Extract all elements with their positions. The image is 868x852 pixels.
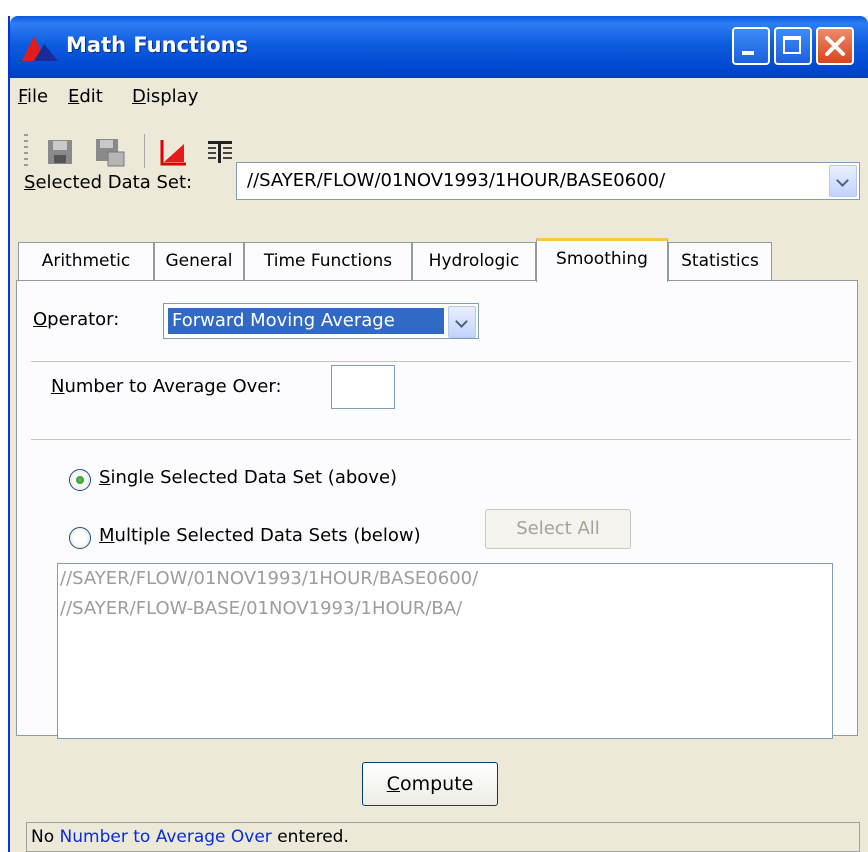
list-item[interactable]: //SAYER/FLOW-BASE/01NOV1993/1HOUR/BA/ [58, 594, 832, 624]
plot-icon[interactable] [158, 136, 190, 168]
maximize-icon [783, 36, 801, 54]
number-to-average-label: Number to Average Over: [51, 376, 282, 397]
operator-label: Operator: [33, 309, 120, 330]
tab-smoothing[interactable]: Smoothing [536, 238, 668, 282]
smoothing-panel: Operator: Forward Moving Average Number … [16, 280, 858, 739]
menu-bar: File Edit Display [10, 78, 868, 118]
operator-dropdown-button[interactable] [448, 306, 476, 338]
close-button[interactable] [816, 27, 854, 65]
selected-data-set-combo[interactable]: //SAYER/FLOW/01NOV1993/1HOUR/BASE0600/ [236, 162, 860, 200]
app-logo-icon [22, 36, 58, 61]
save-as-icon[interactable] [94, 136, 126, 168]
math-functions-window: Math Functions File Edit Display Selecte… [8, 16, 868, 852]
dropdown-button[interactable] [829, 165, 857, 197]
tab-general[interactable]: General [154, 242, 244, 280]
status-highlight: Number to Average Over [59, 827, 272, 847]
radio-single-label[interactable]: Single Selected Data Set (above) [99, 467, 397, 488]
datasets-list[interactable]: //SAYER/FLOW/01NOV1993/1HOUR/BASE0600/ /… [57, 563, 833, 739]
list-item[interactable]: //SAYER/FLOW/01NOV1993/1HOUR/BASE0600/ [58, 564, 832, 594]
radio-multiple-datasets[interactable] [69, 527, 91, 549]
menu-edit[interactable]: Edit [68, 86, 103, 107]
selected-data-set-value: //SAYER/FLOW/01NOV1993/1HOUR/BASE0600/ [247, 170, 666, 191]
tab-statistics[interactable]: Statistics [668, 242, 772, 280]
menu-display[interactable]: Display [132, 86, 198, 107]
radio-checked-dot [76, 476, 84, 484]
chevron-down-icon [455, 315, 468, 328]
menu-file[interactable]: File [18, 86, 48, 107]
number-to-average-input[interactable] [331, 365, 395, 409]
tab-time-functions[interactable]: Time Functions [244, 242, 412, 280]
save-icon[interactable] [44, 136, 76, 168]
compute-button[interactable]: Compute [362, 762, 498, 806]
minimize-icon [742, 51, 754, 55]
operator-value: Forward Moving Average [168, 308, 444, 334]
toolbar-grip[interactable] [24, 134, 28, 170]
tab-arithmetic[interactable]: Arithmetic [18, 242, 154, 280]
maximize-button[interactable] [774, 27, 812, 65]
tab-hydrologic[interactable]: Hydrologic [412, 242, 536, 280]
minimize-button[interactable] [732, 27, 770, 65]
divider [31, 439, 851, 440]
operator-combo[interactable]: Forward Moving Average [163, 303, 479, 339]
window-title: Math Functions [66, 33, 249, 57]
select-all-button[interactable]: Select All [485, 509, 631, 549]
radio-multiple-label[interactable]: Multiple Selected Data Sets (below) [99, 525, 421, 546]
toolbar-separator [144, 134, 145, 168]
title-bar[interactable]: Math Functions [10, 16, 868, 78]
status-bar: No Number to Average Over entered. [26, 822, 860, 852]
close-icon [825, 36, 845, 56]
chevron-down-icon [836, 174, 849, 187]
table-icon[interactable] [204, 136, 236, 168]
selected-data-set-label: Selected Data Set: [24, 172, 193, 193]
divider [31, 361, 851, 362]
radio-single-dataset[interactable] [69, 469, 91, 491]
